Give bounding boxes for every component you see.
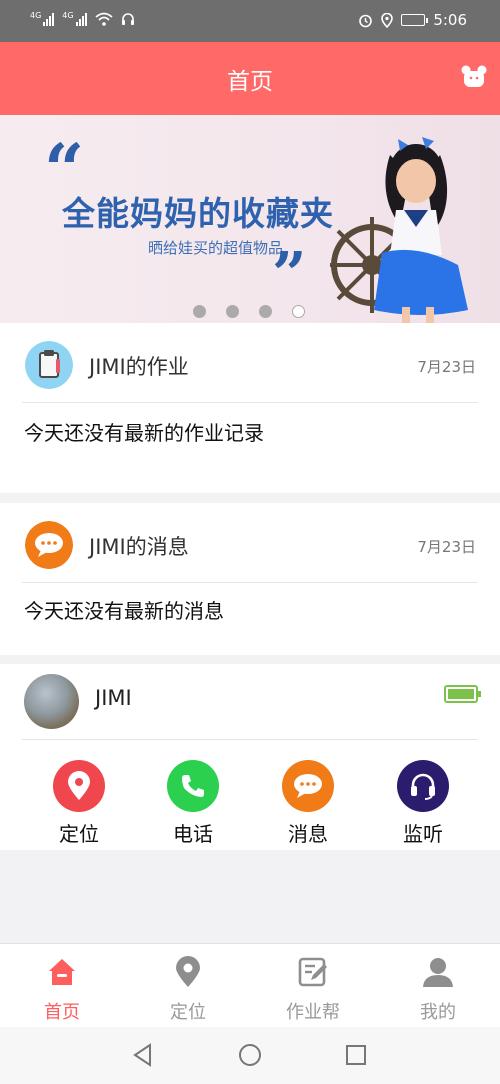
wifi-icon <box>95 12 113 26</box>
home-icon <box>49 959 75 985</box>
chat-bubble-icon <box>25 521 73 569</box>
quote-close-icon: ” <box>272 240 307 310</box>
action-label: 电话 <box>173 822 213 846</box>
recents-square-icon[interactable] <box>343 1042 369 1068</box>
home-circle-icon[interactable] <box>237 1042 263 1068</box>
nav-label: 定位 <box>170 1002 206 1023</box>
nav-item-locate[interactable]: 定位 <box>138 956 238 1024</box>
action-label: 监听 <box>403 822 443 846</box>
battery-fill <box>448 689 474 699</box>
page-title: 首页 <box>227 69 273 95</box>
back-icon[interactable] <box>130 1042 156 1068</box>
avatar[interactable] <box>24 674 79 729</box>
carousel-dot-active[interactable] <box>292 305 305 318</box>
message-button[interactable]: 消息 <box>268 760 348 847</box>
phone-icon <box>167 760 219 812</box>
bear-icon[interactable] <box>460 63 488 91</box>
device-name: JIMI <box>95 686 132 710</box>
nav-label: 我的 <box>420 1002 456 1023</box>
listen-button[interactable]: 监听 <box>383 760 463 847</box>
system-navigation-bar <box>0 1027 500 1084</box>
headset-icon <box>397 760 449 812</box>
call-button[interactable]: 电话 <box>153 760 233 847</box>
banner-photo <box>330 137 468 323</box>
homework-card[interactable]: JIMI的作业 7月23日 今天还没有最新的作业记录 <box>0 323 500 493</box>
signal-indicators: 4G 4G <box>30 12 135 26</box>
nav-item-home[interactable]: 首页 <box>12 956 112 1024</box>
location-pin-icon <box>53 760 105 812</box>
card-header: JIMI的作业 7月23日 <box>0 323 500 403</box>
promo-banner[interactable]: “ 全能妈妈的收藏夹 晒给娃买的超值物品 ” <box>0 115 500 323</box>
carousel-dot[interactable] <box>193 305 206 318</box>
clipboard-icon <box>25 341 73 389</box>
message-card[interactable]: JIMI的消息 7月23日 今天还没有最新的消息 <box>0 503 500 655</box>
status-bar: 4G 4G 5:06 <box>0 0 500 42</box>
signal-icon: 4G <box>30 11 55 26</box>
user-icon <box>423 958 453 987</box>
status-right: 5:06 <box>358 11 467 29</box>
edit-note-icon <box>298 957 327 987</box>
nav-item-homework-help[interactable]: 作业帮 <box>263 956 363 1024</box>
chat-bubble-icon <box>282 760 334 812</box>
nav-label: 首页 <box>44 1002 80 1023</box>
location-pin-icon <box>176 956 200 987</box>
device-actions: 定位 电话 消息 监听 <box>0 760 500 850</box>
battery-status-icon <box>401 14 429 26</box>
location-status-icon <box>381 12 394 28</box>
divider <box>22 739 478 740</box>
alarm-icon <box>359 14 373 27</box>
signal-icon: 4G <box>62 11 87 26</box>
nav-label: 作业帮 <box>286 1002 340 1023</box>
device-card: JIMI 定位 电话 消息 监听 <box>0 664 500 850</box>
nav-item-profile[interactable]: 我的 <box>388 956 488 1024</box>
divider <box>22 402 478 403</box>
network-type-label: 4G <box>62 11 74 20</box>
network-type-label: 4G <box>30 11 42 20</box>
carousel-dot[interactable] <box>259 305 272 318</box>
action-label: 定位 <box>59 822 99 846</box>
battery-icon <box>444 685 481 703</box>
card-header: JIMI的消息 7月23日 <box>0 503 500 583</box>
banner-title: 全能妈妈的收藏夹 <box>62 194 334 233</box>
app-header: 首页 <box>0 42 500 115</box>
locate-button[interactable]: 定位 <box>39 760 119 847</box>
card-title: JIMI的消息 <box>89 535 189 559</box>
card-title: JIMI的作业 <box>89 355 189 379</box>
clock: 5:06 <box>433 11 467 29</box>
headset-status-icon <box>121 13 134 25</box>
carousel-dot[interactable] <box>226 305 239 318</box>
banner-subtitle: 晒给娃买的超值物品 <box>148 239 284 257</box>
bottom-navigation: 首页 定位 作业帮 我的 <box>0 943 500 1027</box>
card-message: 今天还没有最新的作业记录 <box>24 421 264 445</box>
divider <box>22 582 478 583</box>
card-date: 7月23日 <box>417 358 476 376</box>
card-date: 7月23日 <box>417 538 476 556</box>
action-label: 消息 <box>288 822 328 846</box>
card-message: 今天还没有最新的消息 <box>24 599 224 623</box>
carousel-indicator <box>193 305 305 318</box>
